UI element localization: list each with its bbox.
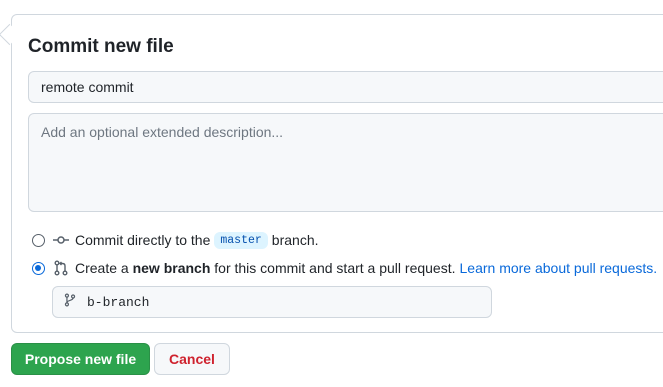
commit-description-field[interactable] bbox=[28, 113, 663, 212]
cancel-button[interactable]: Cancel bbox=[154, 343, 230, 375]
radio-commit-directly[interactable] bbox=[32, 233, 45, 247]
option-commit-directly[interactable]: Commit directly to the master branch. bbox=[32, 230, 319, 250]
branch-name-input[interactable] bbox=[85, 293, 469, 311]
option-direct-prefix: Commit directly to the bbox=[75, 232, 211, 248]
commit-summary-input[interactable] bbox=[28, 71, 663, 103]
git-pull-request-icon bbox=[53, 260, 69, 276]
option-new-branch-suffix: for this commit and start a pull request… bbox=[214, 260, 456, 276]
option-direct-suffix: branch. bbox=[271, 232, 319, 248]
option-new-branch[interactable]: Create a new branch for this commit and … bbox=[32, 258, 657, 278]
radio-new-branch[interactable] bbox=[32, 261, 45, 275]
git-commit-icon bbox=[53, 232, 69, 248]
option-new-branch-bold: new branch bbox=[132, 260, 211, 276]
branch-name-badge: master bbox=[214, 231, 268, 249]
propose-new-file-button[interactable]: Propose new file bbox=[11, 343, 150, 375]
branch-name-field[interactable] bbox=[52, 286, 492, 318]
option-new-branch-prefix: Create a bbox=[75, 260, 129, 276]
commit-title: Commit new file bbox=[28, 36, 174, 57]
learn-more-link[interactable]: Learn more about pull requests. bbox=[460, 260, 658, 276]
git-branch-icon bbox=[63, 293, 77, 312]
